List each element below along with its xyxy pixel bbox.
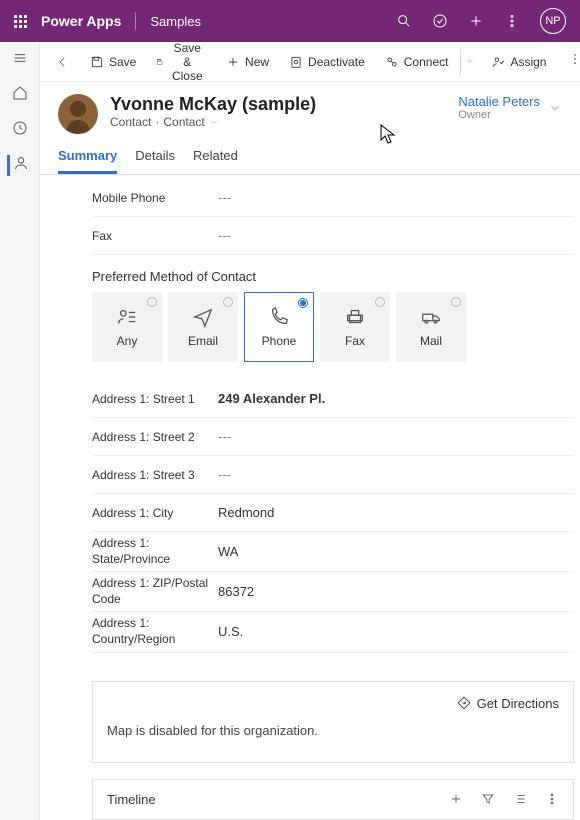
deactivate-button[interactable]: Deactivate [281, 51, 373, 73]
more-vert-icon[interactable] [504, 13, 520, 29]
record-type[interactable]: Contact · Contact [110, 115, 316, 129]
more-commands-icon[interactable] [558, 48, 580, 75]
send-icon [192, 306, 214, 328]
command-bar: Save Save & Close New Deactivate Connect… [40, 42, 580, 82]
plus-icon[interactable] [468, 13, 484, 29]
truck-icon [420, 306, 442, 328]
map-panel: Get Directions Map is disabled for this … [92, 681, 574, 763]
field-country[interactable]: Address 1: Country/Region U.S. [92, 612, 574, 652]
brand-label: Power Apps [41, 13, 121, 29]
more-vert-icon[interactable] [545, 792, 559, 806]
app-launcher-icon[interactable] [14, 15, 27, 28]
radio-icon [375, 297, 385, 307]
field-street2[interactable]: Address 1: Street 2 --- [92, 418, 574, 456]
field-zip[interactable]: Address 1: ZIP/Postal Code 86372 [92, 572, 574, 612]
field-city[interactable]: Address 1: City Redmond [92, 494, 574, 532]
radio-icon [451, 297, 461, 307]
list-icon[interactable] [513, 792, 527, 806]
radio-icon [223, 297, 233, 307]
save-button[interactable]: Save [82, 51, 144, 73]
form-body: Mobile Phone --- Fax --- Preferred Metho… [40, 175, 580, 820]
person-list-icon [116, 306, 138, 328]
owner-label: Owner [458, 109, 540, 121]
home-nav-icon[interactable] [12, 85, 28, 106]
assign-button[interactable]: Assign [483, 51, 554, 73]
phone-icon [268, 306, 290, 328]
back-button[interactable] [48, 51, 78, 73]
tile-mail[interactable]: Mail [396, 292, 466, 362]
new-button[interactable]: New [218, 51, 277, 73]
printer-icon [344, 306, 366, 328]
user-avatar[interactable]: NP [540, 8, 566, 34]
tile-fax[interactable]: Fax [320, 292, 390, 362]
chevron-down-icon[interactable] [548, 101, 562, 115]
radio-icon [147, 297, 157, 307]
tile-any[interactable]: Any [92, 292, 162, 362]
recent-nav-icon[interactable] [12, 120, 28, 141]
chevron-down-icon [209, 117, 219, 127]
save-close-button[interactable]: Save & Close [148, 42, 214, 87]
search-icon[interactable] [396, 13, 412, 29]
record-header: Yvonne McKay (sample) Contact · Contact … [40, 82, 580, 134]
contacts-nav-icon[interactable] [7, 155, 29, 176]
task-icon[interactable] [432, 13, 448, 29]
get-directions-link[interactable]: Get Directions [107, 696, 559, 711]
record-name: Yvonne McKay (sample) [110, 94, 316, 115]
field-street3[interactable]: Address 1: Street 3 --- [92, 456, 574, 494]
preferred-contact-label: Preferred Method of Contact [92, 255, 574, 292]
field-state[interactable]: Address 1: State/Province WA [92, 532, 574, 572]
preferred-contact-tiles: Any Email Phone Fax Mail [92, 292, 574, 362]
form-tabs: Summary Details Related [40, 134, 580, 175]
owner-block[interactable]: Natalie Peters Owner [458, 94, 562, 121]
map-disabled-message: Map is disabled for this organization. [107, 723, 559, 748]
field-fax[interactable]: Fax --- [92, 217, 574, 255]
tab-summary[interactable]: Summary [58, 148, 117, 174]
field-street1[interactable]: Address 1: Street 1 249 Alexander Pl. [92, 380, 574, 418]
nav-rail [0, 42, 40, 820]
tab-related[interactable]: Related [193, 148, 238, 174]
app-header: Power Apps Samples NP [0, 0, 580, 42]
timeline-title: Timeline [107, 792, 156, 807]
timeline-panel: Timeline [92, 779, 574, 820]
filter-icon[interactable] [481, 792, 495, 806]
owner-name: Natalie Peters [458, 94, 540, 109]
contact-avatar [58, 94, 98, 134]
environment-label[interactable]: Samples [150, 14, 201, 29]
field-mobile-phone[interactable]: Mobile Phone --- [92, 179, 574, 217]
tile-email[interactable]: Email [168, 292, 238, 362]
tile-phone[interactable]: Phone [244, 292, 314, 362]
tab-details[interactable]: Details [135, 148, 175, 174]
hamburger-icon[interactable] [12, 50, 28, 71]
add-icon[interactable] [449, 792, 463, 806]
directions-icon [457, 696, 471, 710]
connect-button[interactable]: Connect [377, 51, 457, 73]
radio-selected-icon [298, 298, 308, 308]
divider [135, 12, 136, 30]
connect-chevron[interactable] [460, 49, 479, 75]
